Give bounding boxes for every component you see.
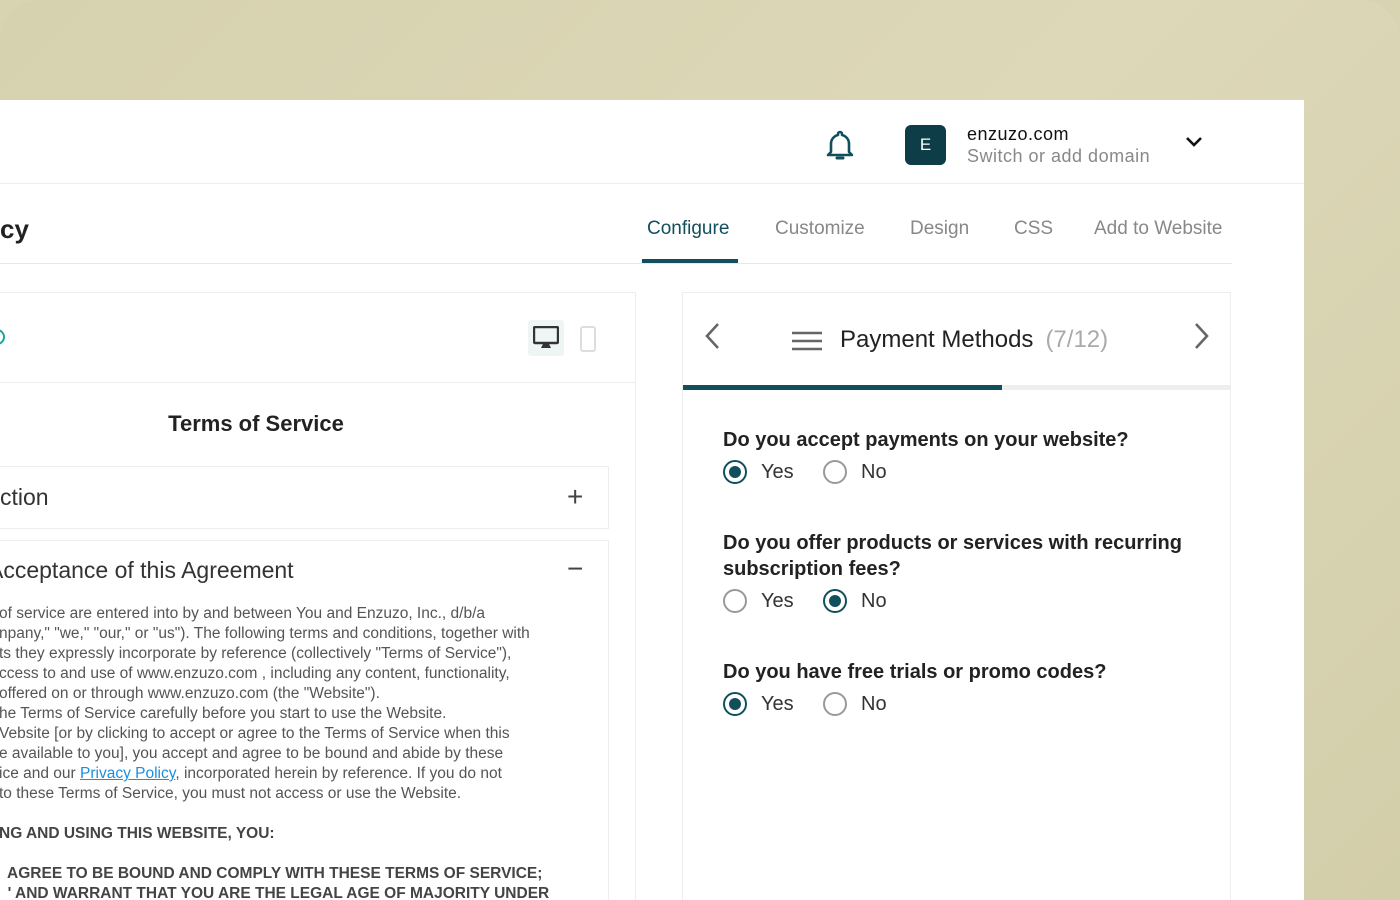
desktop-icon[interactable]	[528, 320, 564, 356]
text-line: Vebsite [or by clicking to accept or agr…	[0, 725, 510, 742]
radio-button[interactable]	[823, 460, 847, 484]
step-progress-bar	[683, 385, 1230, 390]
progress-fill	[683, 385, 1002, 390]
text-line: NG AND USING THIS WEBSITE, YOU:	[0, 825, 275, 842]
menu-icon[interactable]	[792, 331, 822, 351]
radio-option-yes[interactable]: Yes	[723, 460, 794, 484]
radio-button[interactable]	[823, 692, 847, 716]
question-text: Do you have free trials or promo codes?	[723, 661, 1107, 683]
text-line: offered on or through www.enzuzo.com (th…	[0, 685, 380, 702]
active-tab-indicator	[642, 259, 738, 263]
text-line: to these Terms of Service, you must not …	[0, 785, 462, 802]
step-count: (7/12)	[1045, 326, 1109, 353]
radio-option-yes[interactable]: Yes	[723, 692, 794, 716]
radio-option-no[interactable]: No	[823, 460, 887, 484]
preview-panel: Terms of Service ction + Acceptance of t…	[0, 292, 636, 900]
document-heading: Terms of Service	[168, 411, 344, 436]
radio-option-yes[interactable]: Yes	[723, 589, 794, 613]
tab-customize[interactable]: Customize	[775, 218, 865, 240]
chevron-right-icon[interactable]	[1191, 321, 1211, 351]
switch-domain-label[interactable]: Switch or add domain	[967, 146, 1150, 167]
mobile-icon[interactable]	[580, 326, 596, 352]
radio-option-no[interactable]: No	[823, 589, 887, 613]
tab-css[interactable]: CSS	[1014, 218, 1053, 240]
radio-label: No	[861, 589, 887, 612]
bell-icon[interactable]	[824, 128, 856, 162]
radio-label: Yes	[761, 460, 794, 483]
domain-name[interactable]: enzuzo.com	[967, 124, 1069, 145]
text-line: ts they expressly incorporate by referen…	[0, 645, 512, 662]
app-window: E enzuzo.com Switch or add domain cy Con…	[0, 100, 1304, 900]
accordion-section[interactable]: ction +	[0, 466, 609, 529]
radio-button[interactable]	[723, 589, 747, 613]
radio-label: Yes	[761, 692, 794, 715]
step-name: Payment Methods	[840, 326, 1034, 353]
tab-bar: cy Configure Customize Design CSS Add to…	[0, 184, 1232, 264]
privacy-policy-link[interactable]: Privacy Policy	[80, 765, 175, 782]
radio-button[interactable]	[723, 692, 747, 716]
question-text: Do you offer products or services with r…	[723, 532, 1182, 580]
radio-label: No	[861, 460, 887, 483]
minus-icon[interactable]: −	[567, 555, 583, 583]
toggle-icon[interactable]	[0, 329, 5, 345]
wizard-header: Payment Methods (7/12)	[683, 293, 1230, 385]
domain-avatar[interactable]: E	[905, 125, 946, 165]
text-line: ice and our Privacy Policy, incorporated…	[0, 764, 549, 784]
radio-label: Yes	[761, 589, 794, 612]
tab-design[interactable]: Design	[910, 218, 969, 240]
preview-toolbar	[0, 293, 635, 383]
terms-body: of service are entered into by and betwe…	[0, 604, 549, 900]
page-title: cy	[0, 214, 29, 244]
text-line: he Terms of Service carefully before you…	[0, 705, 447, 722]
text-line: npany," "we," "our," or "us"). The follo…	[0, 625, 530, 642]
radio-button[interactable]	[823, 589, 847, 613]
text-line: of service are entered into by and betwe…	[0, 605, 486, 622]
chevron-left-icon[interactable]	[703, 321, 723, 351]
wizard-panel: Payment Methods (7/12) Do you accept paym…	[682, 292, 1231, 900]
plus-icon[interactable]: +	[567, 483, 583, 511]
radio-option-no[interactable]: No	[823, 692, 887, 716]
tab-add-to-website[interactable]: Add to Website	[1094, 218, 1223, 240]
question-text: Do you accept payments on your website?	[723, 429, 1129, 451]
text-line: e available to you], you accept and agre…	[0, 745, 504, 762]
tab-configure[interactable]: Configure	[647, 218, 729, 240]
radio-button[interactable]	[723, 460, 747, 484]
text-line: ccess to and use of www.enzuzo.com , inc…	[0, 665, 510, 682]
text: , incorporated herein by reference. If y…	[175, 765, 502, 782]
step-title: Payment Methods (7/12)	[840, 326, 1108, 354]
section-title: Acceptance of this Agreement	[0, 557, 294, 583]
text-line: ' AND WARRANT THAT YOU ARE THE LEGAL AGE…	[0, 885, 550, 900]
text-line: AGREE TO BE BOUND AND COMPLY WITH THESE …	[0, 865, 543, 882]
top-header: E enzuzo.com Switch or add domain	[0, 100, 1304, 184]
text: ice and our	[0, 765, 80, 782]
radio-label: No	[861, 692, 887, 715]
section-title: ction	[0, 484, 49, 510]
chevron-down-icon[interactable]	[1184, 134, 1204, 150]
